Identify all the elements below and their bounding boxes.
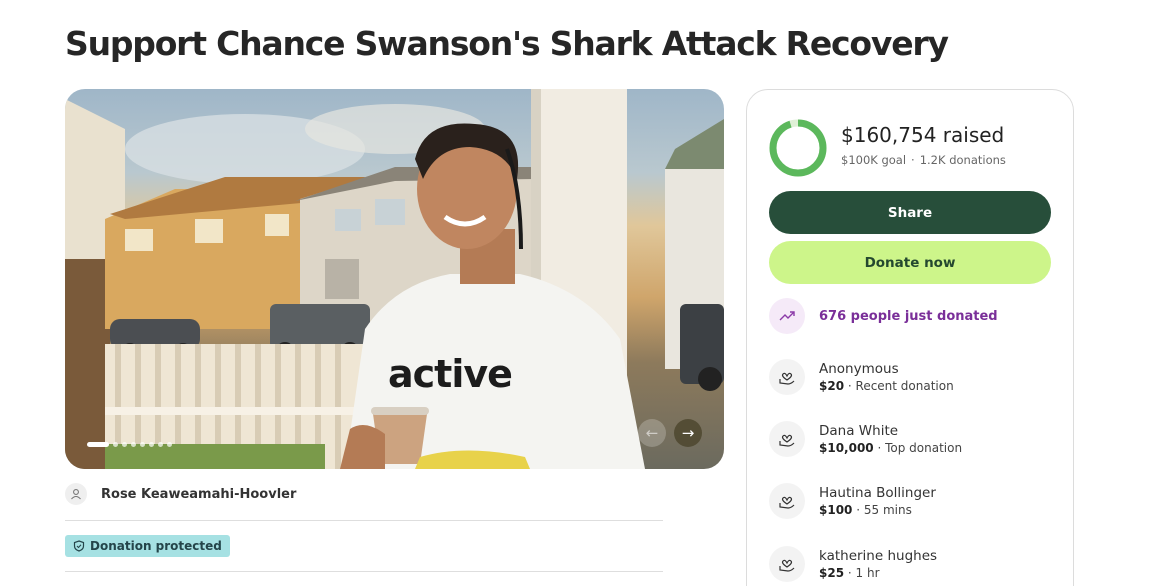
donation-note: 1 hr xyxy=(855,565,880,580)
donor-item: Anonymous $20 · Recent donation xyxy=(769,359,954,395)
donation-amount: $10,000 xyxy=(819,440,874,455)
donation-note: 55 mins xyxy=(863,502,912,517)
divider xyxy=(65,571,663,572)
slide-dot[interactable] xyxy=(167,442,172,447)
heart-hand-icon xyxy=(769,483,805,519)
slide-dot[interactable] xyxy=(131,442,136,447)
donate-now-button[interactable]: Donate now xyxy=(769,241,1051,284)
user-icon xyxy=(65,483,87,505)
photo-scene: active xyxy=(65,89,724,469)
donor-item: Dana White $10,000 · Top donation xyxy=(769,421,962,457)
slide-dot[interactable] xyxy=(87,442,109,447)
donor-meta: $100 · 55 mins xyxy=(819,502,912,517)
amount-raised: $160,754 raised xyxy=(841,123,1005,147)
divider xyxy=(65,520,663,521)
donor-item: Hautina Bollinger $100 · 55 mins xyxy=(769,483,936,519)
donor-meta: $10,000 · Top donation xyxy=(819,440,963,455)
heart-hand-icon xyxy=(769,421,805,457)
donation-amount: $20 xyxy=(819,378,845,393)
trending-up-icon xyxy=(769,298,805,334)
next-photo-button[interactable]: → xyxy=(674,419,702,447)
donor-name: Anonymous xyxy=(819,360,899,377)
donor-name: Hautina Bollinger xyxy=(819,484,936,501)
arrow-left-icon: ← xyxy=(645,424,659,442)
slide-dot[interactable] xyxy=(113,442,118,447)
donor-meta: $20 · Recent donation xyxy=(819,378,954,393)
donor-meta: $25 · 1 hr xyxy=(819,565,880,580)
donation-note: Recent donation xyxy=(855,378,954,393)
badge-label: Donation protected xyxy=(90,539,222,553)
donation-card: $160,754 raised $100K goal · 1.2K donation… xyxy=(746,89,1074,586)
arrow-right-icon: → xyxy=(681,424,695,442)
share-button[interactable]: Share xyxy=(769,191,1051,234)
goal-amount: $100K goal xyxy=(841,153,907,167)
slide-dot[interactable] xyxy=(149,442,154,447)
donor-item: katherine hughes $25 · 1 hr xyxy=(769,546,937,582)
organizer[interactable]: Rose Keaweamahi-Hoovler xyxy=(65,483,296,505)
heart-hand-icon xyxy=(769,546,805,582)
shield-icon xyxy=(73,540,85,552)
slide-indicator[interactable] xyxy=(87,442,172,447)
donation-protected-badge[interactable]: Donation protected xyxy=(65,535,230,557)
progress-ring xyxy=(769,119,827,177)
campaign-photo[interactable]: active ← → xyxy=(65,89,724,469)
slide-dot[interactable] xyxy=(158,442,163,447)
donor-name: katherine hughes xyxy=(819,547,938,564)
donation-count: 1.2K donations xyxy=(919,153,1006,167)
shirt-print: active xyxy=(388,352,512,396)
donation-note: Top donation xyxy=(885,440,963,455)
previous-photo-button[interactable]: ← xyxy=(638,419,666,447)
organizer-name: Rose Keaweamahi-Hoovler xyxy=(101,486,297,502)
heart-hand-icon xyxy=(769,359,805,395)
page-title: Support Chance Swanson's Shark Attack Re… xyxy=(65,24,949,63)
goal-summary: $100K goal · 1.2K donations xyxy=(841,153,1006,167)
donor-name: Dana White xyxy=(819,422,899,439)
slide-dot[interactable] xyxy=(122,442,127,447)
just-donated-count: 676 people just donated xyxy=(819,308,998,324)
slide-dot[interactable] xyxy=(140,442,145,447)
recent-activity[interactable]: 676 people just donated xyxy=(769,298,998,334)
donation-amount: $100 xyxy=(819,502,853,517)
donation-amount: $25 xyxy=(819,565,845,580)
